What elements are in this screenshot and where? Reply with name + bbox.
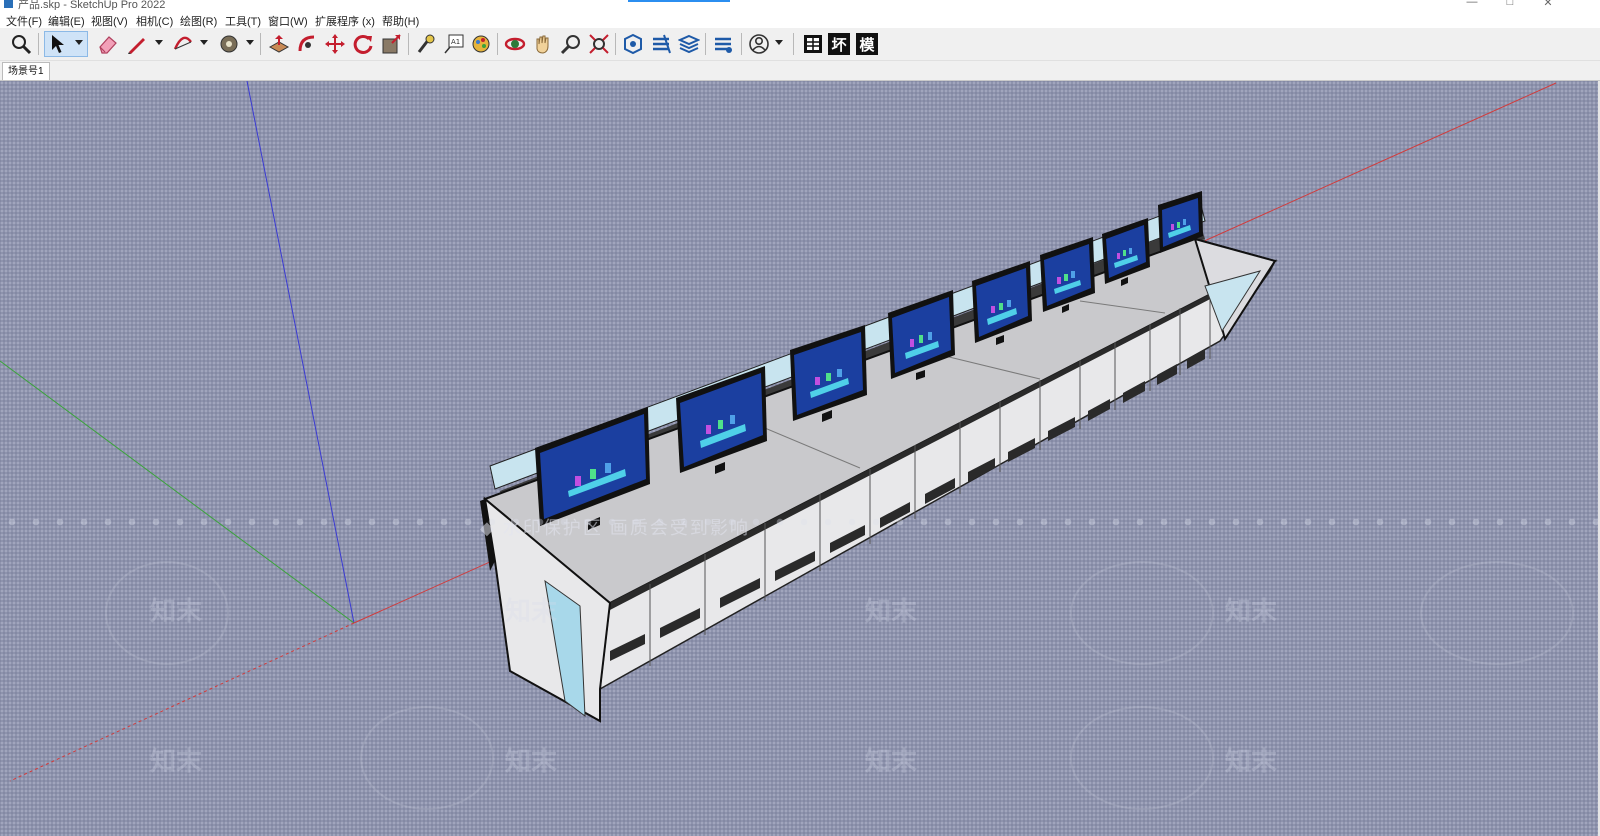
sketchup-app-icon bbox=[4, 0, 13, 8]
bad-model-button[interactable]: 坏 bbox=[828, 33, 850, 55]
watermark-circle bbox=[105, 561, 229, 665]
select-dropdown-icon[interactable] bbox=[75, 40, 83, 45]
push-pull-icon[interactable] bbox=[266, 31, 292, 57]
extension-icon[interactable] bbox=[648, 31, 674, 57]
watermark-logo: 知末 bbox=[1225, 746, 1278, 776]
text-icon[interactable]: A1 bbox=[441, 31, 467, 57]
watermark-circle bbox=[1420, 561, 1574, 665]
line-dropdown-icon[interactable] bbox=[155, 40, 163, 45]
toolbar-separator bbox=[741, 33, 742, 55]
watermark-logo: 知末 bbox=[150, 746, 203, 776]
toolbar-separator bbox=[615, 33, 616, 55]
pan-icon[interactable] bbox=[530, 31, 556, 57]
svg-text:A1: A1 bbox=[451, 38, 460, 46]
menu-bar: 文件(F) 编辑(E) 视图(V) 相机(C) 绘图(R) 工具(T) 窗口(W… bbox=[0, 11, 1600, 28]
maximize-button[interactable]: □ bbox=[1500, 0, 1520, 8]
watermark-logo: 知末 bbox=[1225, 596, 1278, 626]
menu-help[interactable]: 帮助(H) bbox=[382, 13, 419, 29]
zoom-icon[interactable] bbox=[8, 31, 34, 57]
move-icon[interactable] bbox=[322, 31, 348, 57]
menu-camera[interactable]: 相机(C) bbox=[136, 13, 173, 29]
orbit-icon[interactable] bbox=[502, 31, 528, 57]
warehouse-icon[interactable] bbox=[620, 31, 646, 57]
layers-icon[interactable] bbox=[676, 31, 702, 57]
watermark-logo: 知末 bbox=[505, 596, 558, 626]
toolbar-separator bbox=[38, 33, 39, 55]
select-icon bbox=[52, 35, 64, 53]
toolbar-separator bbox=[497, 33, 498, 55]
paint-bucket-icon[interactable] bbox=[216, 31, 242, 57]
toolbar-separator bbox=[705, 33, 706, 55]
menu-edit[interactable]: 编辑(E) bbox=[48, 13, 85, 29]
scale-icon[interactable] bbox=[378, 31, 404, 57]
watermark-band bbox=[0, 517, 1600, 527]
watermark-logo: 知末 bbox=[505, 746, 558, 776]
z-axis bbox=[246, 81, 355, 624]
eraser-icon[interactable] bbox=[95, 31, 121, 57]
menu-view[interactable]: 视图(V) bbox=[91, 13, 128, 29]
scenes-bar: 场景号1 bbox=[0, 61, 1600, 81]
arc-dropdown-icon[interactable] bbox=[200, 40, 208, 45]
watermark-text: ◆ 水印保护区 画质会受到影响 bbox=[480, 518, 750, 538]
window-title: 产品.skp - SketchUp Pro 2022 bbox=[18, 0, 166, 10]
user-dropdown-icon[interactable] bbox=[775, 40, 783, 45]
menu-tools[interactable]: 工具(T) bbox=[225, 13, 261, 29]
title-accent bbox=[628, 0, 730, 2]
menu-draw[interactable]: 绘图(R) bbox=[180, 13, 217, 29]
shapes-dropdown-icon[interactable] bbox=[246, 40, 254, 45]
arc-icon[interactable] bbox=[170, 31, 196, 57]
main-toolbar: A1 坏 模 bbox=[0, 28, 1600, 61]
title-bar: 产品.skp - SketchUp Pro 2022 — □ ✕ bbox=[0, 0, 1600, 10]
follow-me-icon[interactable] bbox=[294, 31, 320, 57]
watermark-logo: 知末 bbox=[865, 596, 918, 626]
watermark-logo: 知末 bbox=[865, 746, 918, 776]
close-button[interactable]: ✕ bbox=[1538, 0, 1558, 9]
toolbar-separator bbox=[793, 33, 794, 55]
scene-tab[interactable]: 场景号1 bbox=[2, 62, 50, 80]
line-icon[interactable] bbox=[124, 31, 150, 57]
menu-file[interactable]: 文件(F) bbox=[6, 13, 42, 29]
model-button[interactable]: 模 bbox=[856, 33, 878, 55]
user-icon[interactable] bbox=[746, 31, 772, 57]
3d-model-canvas bbox=[0, 81, 1557, 782]
classifier-icon[interactable] bbox=[800, 31, 826, 57]
watermark-circle bbox=[1070, 561, 1214, 665]
desk-top bbox=[483, 237, 1278, 605]
zoom-window-icon[interactable] bbox=[558, 31, 584, 57]
modeling-viewport[interactable]: ◆ 水印保护区 画质会受到影响 知末 知末 知末 知末 知末 知末 知末 知末 bbox=[0, 81, 1600, 836]
zoom-extents-icon[interactable] bbox=[586, 31, 612, 57]
toolbar-separator bbox=[260, 33, 261, 55]
menu-window[interactable]: 窗口(W) bbox=[268, 13, 308, 29]
watermark-circle bbox=[360, 706, 494, 810]
minimize-button[interactable]: — bbox=[1462, 0, 1482, 8]
rotate-icon[interactable] bbox=[350, 31, 376, 57]
extension-manager-icon[interactable] bbox=[710, 31, 736, 57]
toolbar-separator bbox=[408, 33, 409, 55]
tape-measure-icon[interactable] bbox=[413, 31, 439, 57]
menu-extensions[interactable]: 扩展程序 (x) bbox=[315, 13, 375, 29]
paint-icon[interactable] bbox=[468, 31, 494, 57]
watermark-circle bbox=[1070, 706, 1214, 810]
